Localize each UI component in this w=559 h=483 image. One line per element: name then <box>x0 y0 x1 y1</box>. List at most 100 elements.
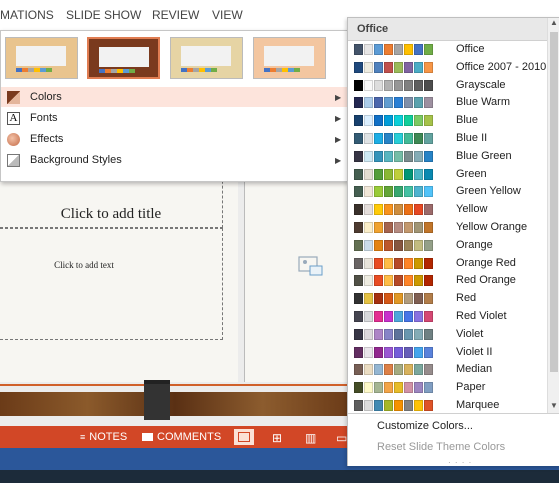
color-swatch <box>374 222 383 233</box>
effects-icon <box>7 132 20 146</box>
variant-thumbnail[interactable] <box>87 37 160 79</box>
color-scheme-swatches <box>354 364 433 376</box>
tab-review[interactable]: REVIEW <box>152 8 199 22</box>
customize-colors-button[interactable]: Customize Colors... <box>377 420 473 432</box>
color-scheme-row[interactable]: Yellow <box>348 201 547 219</box>
color-swatch <box>424 61 433 73</box>
color-swatch <box>394 275 403 287</box>
color-scheme-row[interactable]: Yellow Orange <box>348 219 547 237</box>
variant-swatches <box>99 69 135 73</box>
color-swatch <box>374 239 383 251</box>
scroll-up-icon[interactable]: ▲ <box>548 18 559 30</box>
color-scheme-row[interactable]: Grayscale <box>348 77 547 95</box>
variant-slide-preview <box>99 47 149 67</box>
menu-colors[interactable]: Colors ▶ <box>1 87 347 107</box>
resize-grip-icon[interactable]: · · · · <box>448 458 472 467</box>
color-scheme-swatches <box>354 79 433 91</box>
tab-slide-show[interactable]: SLIDE SHOW <box>66 8 141 22</box>
text-placeholder[interactable] <box>0 228 223 340</box>
notes-button[interactable]: ≡ NOTES <box>80 431 127 443</box>
color-scheme-row[interactable]: Blue II <box>348 130 547 148</box>
color-swatch <box>424 204 433 216</box>
color-scheme-name: Marquee <box>456 399 500 411</box>
color-scheme-row[interactable]: Green Yellow <box>348 183 547 201</box>
color-swatch <box>394 150 403 162</box>
color-scheme-row[interactable]: Violet II <box>348 344 547 362</box>
color-scheme-row[interactable]: Blue Warm <box>348 94 547 112</box>
color-scheme-row[interactable]: Blue <box>348 112 547 130</box>
color-swatch <box>404 133 413 144</box>
tab-view[interactable]: VIEW <box>212 8 243 22</box>
color-swatch <box>394 168 403 180</box>
color-swatch <box>404 364 413 376</box>
color-swatch <box>394 364 403 376</box>
color-scheme-row[interactable]: Red Violet <box>348 308 547 326</box>
color-swatch <box>424 133 433 144</box>
normal-view-icon <box>238 432 250 442</box>
color-scheme-row[interactable]: Office 2007 - 2010 <box>348 59 547 77</box>
variants-dropdown: Colors ▶ A Fonts ▶ Effects ▶ Background … <box>0 30 348 182</box>
picture-placeholder-icon[interactable] <box>298 256 324 278</box>
menu-fonts[interactable]: A Fonts ▶ <box>1 108 347 128</box>
color-swatch <box>404 186 413 198</box>
color-swatch <box>394 115 403 127</box>
comments-button[interactable]: COMMENTS <box>142 431 221 443</box>
color-swatch <box>384 79 393 91</box>
color-swatch <box>414 275 423 287</box>
variant-slide-preview <box>264 46 314 66</box>
color-scheme-swatches <box>354 257 433 269</box>
color-swatch <box>374 275 383 287</box>
color-scheme-name: Blue <box>456 114 479 127</box>
color-swatch <box>354 222 363 233</box>
slide-show-view-button[interactable]: ▭ <box>336 431 347 445</box>
reset-theme-colors-button[interactable]: Reset Slide Theme Colors <box>377 441 505 453</box>
color-scheme-row[interactable]: Violet <box>348 326 547 344</box>
tab-animations[interactable]: MATIONS <box>0 8 54 22</box>
menu-background-styles[interactable]: Background Styles ▶ <box>1 150 347 170</box>
color-swatch <box>414 44 423 55</box>
color-scheme-row[interactable]: Office <box>348 41 547 59</box>
variant-thumbnail[interactable] <box>5 37 78 79</box>
color-scheme-name: Yellow <box>456 203 488 216</box>
color-swatch <box>404 328 413 340</box>
colors-panel-header: Office <box>348 18 547 41</box>
color-scheme-row[interactable]: Red Orange <box>348 272 547 290</box>
color-swatch <box>414 222 423 233</box>
wood-trim <box>0 384 350 386</box>
color-swatch <box>424 79 433 91</box>
color-scheme-swatches <box>354 346 433 358</box>
color-scheme-row[interactable]: Median <box>348 361 547 379</box>
color-swatch <box>394 239 403 251</box>
menu-effects-label: Effects <box>30 133 64 145</box>
variant-thumbnail[interactable] <box>253 37 326 79</box>
color-swatch <box>394 311 403 322</box>
color-swatch <box>394 133 403 144</box>
variant-gallery <box>1 31 347 83</box>
comment-icon <box>142 433 153 441</box>
normal-view-button[interactable] <box>234 429 254 445</box>
color-scheme-row[interactable]: Orange <box>348 237 547 255</box>
color-swatch <box>374 97 383 109</box>
color-swatch <box>354 97 363 109</box>
scroll-thumb[interactable] <box>550 32 558 372</box>
color-scheme-row[interactable]: Green <box>348 166 547 184</box>
color-scheme-name: Orange Red <box>456 256 516 269</box>
color-scheme-row[interactable]: Blue Green <box>348 148 547 166</box>
color-scheme-name: Paper <box>456 381 486 394</box>
variant-thumbnail[interactable] <box>170 37 243 79</box>
scrollbar[interactable]: ▲ ▼ <box>547 18 559 413</box>
color-swatch <box>424 44 433 55</box>
notes-label: NOTES <box>89 431 128 443</box>
color-scheme-row[interactable]: Paper <box>348 379 547 397</box>
color-scheme-swatches <box>354 400 433 411</box>
color-scheme-row[interactable]: Orange Red <box>348 255 547 273</box>
menu-effects[interactable]: Effects ▶ <box>1 129 347 149</box>
slide-sorter-button[interactable]: ⊞ <box>272 431 282 445</box>
reading-view-button[interactable]: ▥ <box>305 431 316 445</box>
color-scheme-name: Blue Warm <box>456 96 510 109</box>
color-scheme-row[interactable]: Red <box>348 290 547 308</box>
color-swatch <box>424 115 433 127</box>
color-swatch <box>394 222 403 233</box>
color-swatch <box>404 168 413 180</box>
scroll-down-icon[interactable]: ▼ <box>548 401 559 413</box>
